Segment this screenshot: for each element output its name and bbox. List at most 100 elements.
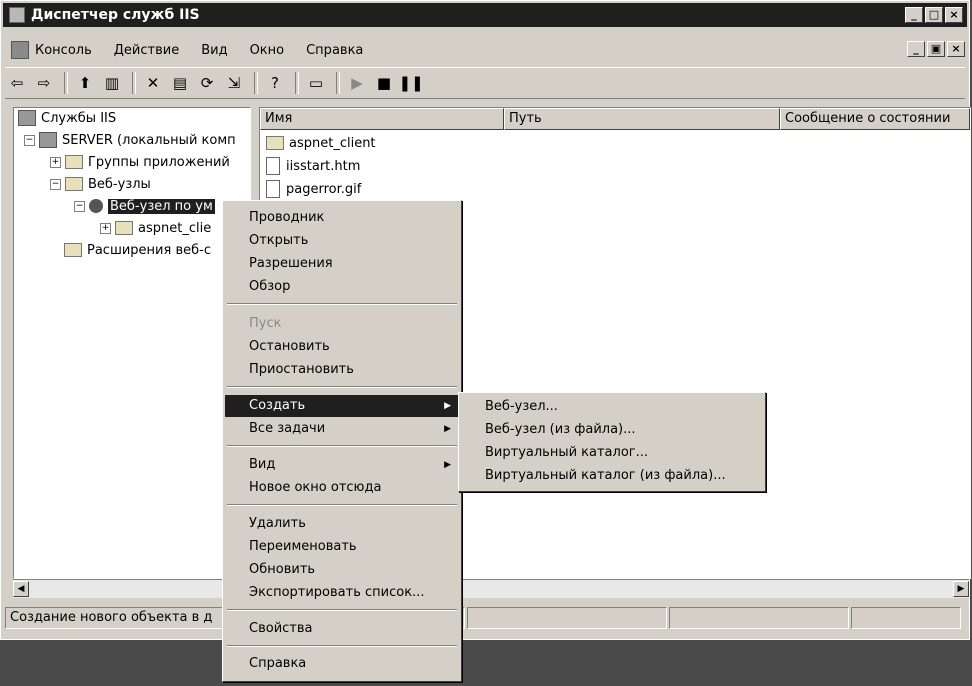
tree-pane: Службы IIS − SERVER (локальный комп + Гр… (13, 107, 251, 579)
menu-bar: Консоль Действие Вид Окно Справка (5, 37, 965, 63)
menu-item-properties[interactable]: Свойства (225, 618, 459, 640)
menu-item-export-list[interactable]: Экспортировать список... (225, 582, 459, 604)
tree-item-aspnet-client[interactable]: + aspnet_clie (100, 218, 211, 238)
menu-view[interactable]: Вид (201, 43, 227, 58)
folder-icon (115, 221, 133, 235)
list-item[interactable]: iisstart.htm (266, 155, 360, 177)
toolbar-separator (254, 72, 258, 94)
tree-item-extensions[interactable]: Расширения веб-с (64, 240, 211, 260)
toolbar-separator (295, 72, 299, 94)
menu-item-label: Вид (249, 457, 276, 472)
submenu-item-virtual-dir-from-file[interactable]: Виртуальный каталог (из файла)... (461, 465, 763, 487)
properties-icon[interactable]: ▤ (168, 72, 192, 94)
menu-item-rename[interactable]: Переименовать (225, 536, 459, 558)
submenu-new: Веб-узел... Веб-узел (из файла)... Вирту… (458, 392, 766, 492)
menu-item-refresh[interactable]: Обновить (225, 559, 459, 581)
minimize-button[interactable]: _ (905, 7, 923, 23)
file-icon (266, 157, 280, 175)
window-title: Диспетчер служб IIS (31, 7, 200, 23)
tree-label: Веб-узлы (88, 176, 151, 192)
submenu-arrow-icon: ▶ (444, 460, 451, 470)
menu-item-view[interactable]: Вид ▶ (225, 454, 459, 476)
status-bar: Создание нового объекта в д (5, 607, 965, 631)
submenu-arrow-icon: ▶ (444, 424, 451, 434)
submenu-item-website[interactable]: Веб-узел... (461, 396, 763, 418)
folder-icon (266, 136, 284, 150)
pause-icon[interactable]: ❚❚ (398, 72, 423, 94)
folder-icon (65, 155, 83, 169)
tree-item-default-site[interactable]: − Веб-узел по ум (74, 196, 215, 216)
menu-item-stop[interactable]: Остановить (225, 336, 459, 358)
menu-item-explore[interactable]: Проводник (225, 207, 459, 229)
title-bar: Диспетчер служб IIS _ □ × (3, 3, 967, 27)
list-item[interactable]: pagerror.gif (266, 178, 361, 200)
menu-item-open[interactable]: Открыть (225, 230, 459, 252)
tree-item-websites[interactable]: − Веб-узлы (50, 174, 151, 194)
play-icon[interactable]: ▶ (345, 72, 369, 94)
tree-label: Расширения веб-с (87, 242, 211, 258)
scroll-right-icon[interactable]: ▶ (953, 581, 969, 597)
menu-item-help[interactable]: Справка (225, 653, 459, 675)
toolbar: ⇦ ⇨ ⬆ ▥ ✕ ▤ ⟳ ⇲ ? ▭ ▶ ■ ❚❚ (5, 67, 965, 99)
menu-console[interactable]: Консоль (35, 43, 92, 58)
menu-separator (227, 386, 457, 388)
submenu-item-website-from-file[interactable]: Веб-узел (из файла)... (461, 419, 763, 441)
tree-item-server[interactable]: − SERVER (локальный комп (24, 130, 236, 150)
list-item[interactable]: aspnet_client (266, 132, 376, 154)
computer-icon[interactable]: ▭ (304, 72, 328, 94)
back-icon[interactable]: ⇦ (5, 72, 29, 94)
main-window: Диспетчер служб IIS _ □ × Консоль Действ… (0, 0, 971, 640)
tree-item-app-groups[interactable]: + Группы приложений (50, 152, 230, 172)
collapse-icon[interactable]: − (24, 134, 35, 146)
menu-item-browse[interactable]: Обзор (225, 276, 459, 298)
menu-separator (227, 445, 457, 447)
tree-label: Службы IIS (41, 110, 117, 126)
globe-icon (89, 199, 103, 213)
mdi-close-button[interactable]: × (947, 41, 965, 57)
menu-item-start: Пуск (249, 316, 282, 331)
refresh-icon[interactable]: ⟳ (195, 72, 219, 94)
menu-separator (227, 504, 457, 506)
tree-item-iis-services[interactable]: Службы IIS (18, 108, 116, 128)
iis-services-icon (18, 110, 36, 126)
menu-item-new[interactable]: Создать ▶ (225, 395, 459, 417)
tree-label: aspnet_clie (138, 220, 212, 236)
delete-icon[interactable]: ✕ (141, 72, 165, 94)
forward-icon[interactable]: ⇨ (32, 72, 56, 94)
up-folder-icon[interactable]: ⬆ (73, 72, 97, 94)
menu-item-new-window[interactable]: Новое окно отсюда (225, 477, 459, 499)
column-header-status[interactable]: Сообщение о состоянии (780, 108, 970, 130)
expand-icon[interactable]: + (50, 156, 61, 168)
menu-action[interactable]: Действие (114, 43, 179, 58)
collapse-icon[interactable]: − (50, 178, 61, 190)
menu-help[interactable]: Справка (306, 43, 363, 58)
stop-icon[interactable]: ■ (372, 72, 396, 94)
export-icon[interactable]: ⇲ (222, 72, 246, 94)
menu-item-pause[interactable]: Приостановить (225, 359, 459, 381)
menu-item-delete[interactable]: Удалить (225, 513, 459, 535)
column-header-path[interactable]: Путь (504, 108, 780, 130)
horizontal-scrollbar[interactable]: ◀ ▶ (13, 579, 969, 598)
menu-item-label: Создать (249, 398, 306, 413)
show-tree-icon[interactable]: ▥ (100, 72, 124, 94)
scroll-left-icon[interactable]: ◀ (13, 581, 29, 597)
menu-item-permissions[interactable]: Разрешения (225, 253, 459, 275)
help-icon[interactable]: ? (263, 72, 287, 94)
list-item-label: pagerror.gif (286, 181, 362, 197)
tree-label: Группы приложений (88, 154, 230, 170)
column-header-name[interactable]: Имя (260, 108, 504, 130)
submenu-item-virtual-dir[interactable]: Виртуальный каталог... (461, 442, 763, 464)
maximize-button[interactable]: □ (925, 7, 943, 23)
status-pane (669, 607, 849, 629)
mdi-restore-button[interactable]: ▣ (927, 41, 945, 57)
submenu-arrow-icon: ▶ (444, 401, 451, 411)
expand-icon[interactable]: + (100, 222, 111, 234)
menu-item-all-tasks[interactable]: Все задачи ▶ (225, 418, 459, 440)
close-button[interactable]: × (945, 7, 963, 23)
collapse-icon[interactable]: − (74, 200, 85, 212)
menu-window[interactable]: Окно (250, 43, 285, 58)
mdi-minimize-button[interactable]: _ (907, 41, 925, 57)
console-icon (11, 41, 29, 59)
iis-app-icon (9, 7, 25, 23)
toolbar-separator (336, 72, 340, 94)
